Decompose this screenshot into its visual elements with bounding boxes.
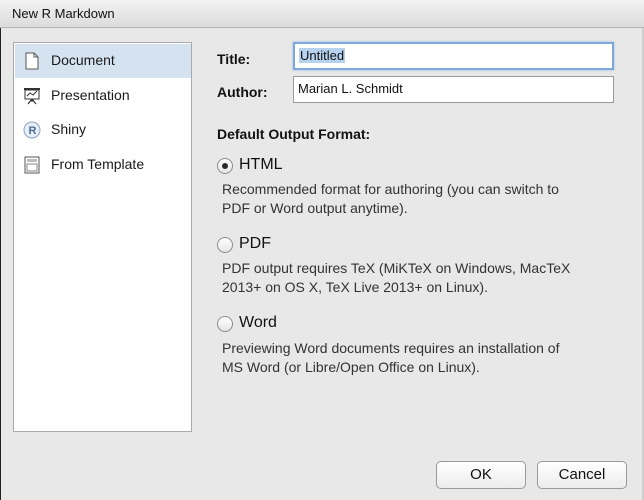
window-titlebar: New R Markdown bbox=[0, 0, 644, 28]
format-description-pdf: PDF output requires TeX (MiKTeX on Windo… bbox=[222, 259, 622, 297]
author-input-value: Marian L. Schmidt bbox=[298, 81, 403, 96]
radio-html[interactable] bbox=[217, 158, 233, 174]
radio-pdf[interactable] bbox=[217, 237, 233, 253]
description-line: PDF output requires TeX (MiKTeX on Windo… bbox=[222, 260, 571, 276]
author-label: Author: bbox=[217, 84, 268, 100]
sidebar-item-label: Document bbox=[51, 52, 115, 68]
window-title: New R Markdown bbox=[12, 6, 115, 21]
radio-word[interactable] bbox=[217, 316, 233, 332]
sidebar-item-document[interactable]: Document bbox=[15, 44, 191, 78]
format-label-word[interactable]: Word bbox=[239, 314, 277, 332]
document-icon bbox=[23, 52, 41, 70]
format-label-pdf[interactable]: PDF bbox=[239, 235, 271, 253]
sidebar-item-presentation[interactable]: Presentation bbox=[15, 79, 191, 113]
presentation-icon bbox=[23, 87, 41, 105]
sidebar-item-shiny[interactable]: R Shiny bbox=[15, 113, 191, 147]
shiny-r-icon: R bbox=[23, 121, 41, 139]
description-line: 2013+ on OS X, TeX Live 2013+ on Linux). bbox=[222, 279, 488, 295]
window-left-edge bbox=[0, 28, 1, 500]
sidebar-item-from-template[interactable]: From Template bbox=[15, 148, 191, 182]
sidebar-item-label: From Template bbox=[51, 156, 145, 172]
description-line: Previewing Word documents requires an in… bbox=[222, 340, 560, 356]
sidebar-item-label: Shiny bbox=[51, 121, 87, 137]
title-input[interactable]: Untitled bbox=[293, 42, 614, 70]
title-input-value: Untitled bbox=[299, 48, 346, 63]
description-line: PDF or Word output anytime). bbox=[222, 200, 408, 216]
title-label: Title: bbox=[217, 51, 251, 67]
cancel-button[interactable]: Cancel bbox=[537, 461, 627, 489]
output-format-heading: Default Output Format: bbox=[217, 126, 371, 142]
author-input[interactable]: Marian L. Schmidt bbox=[293, 76, 614, 103]
format-description-html: Recommended format for authoring (you ca… bbox=[222, 180, 622, 218]
description-line: MS Word (or Libre/Open Office on Linux). bbox=[222, 359, 480, 375]
format-label-html[interactable]: HTML bbox=[239, 156, 283, 174]
sidebar-item-label: Presentation bbox=[51, 87, 130, 103]
svg-text:R: R bbox=[29, 125, 37, 137]
template-icon bbox=[23, 156, 41, 174]
format-description-word: Previewing Word documents requires an in… bbox=[222, 339, 622, 377]
description-line: Recommended format for authoring (you ca… bbox=[222, 181, 559, 197]
ok-button[interactable]: OK bbox=[436, 461, 526, 489]
template-sidebar: Document Presentation R Shiny From Templ… bbox=[13, 42, 192, 432]
